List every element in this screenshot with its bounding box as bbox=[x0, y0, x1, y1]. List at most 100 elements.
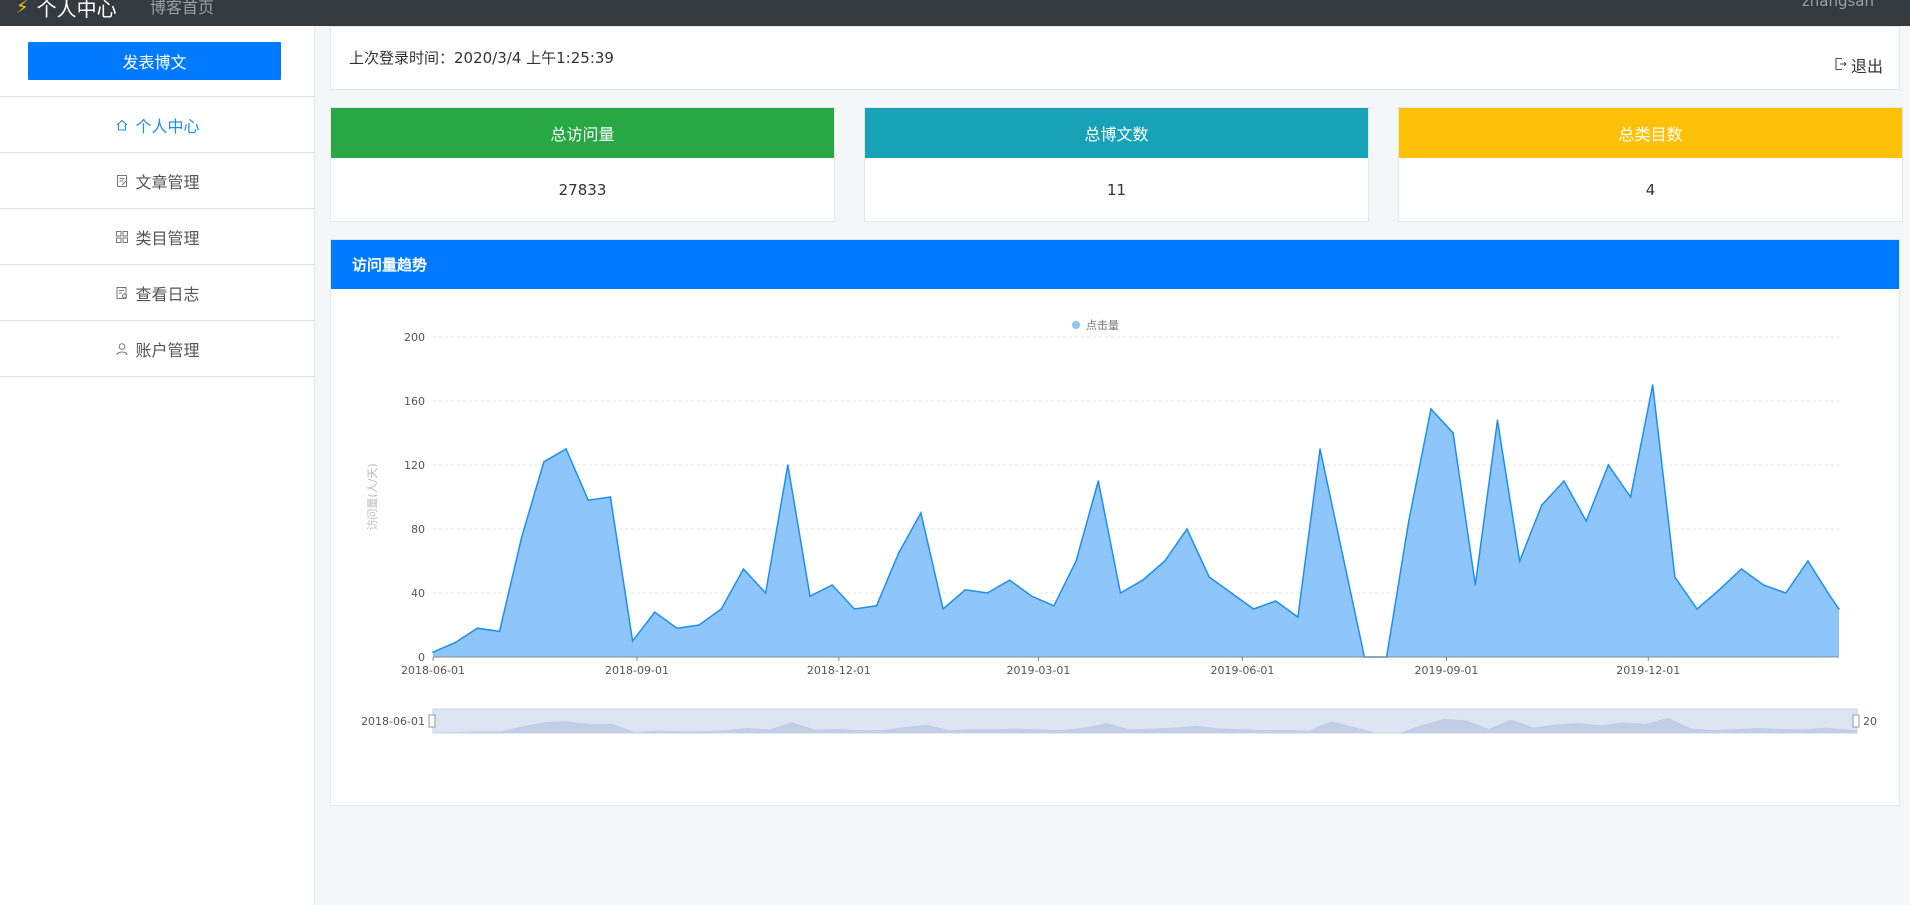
stat-card-value: 27833 bbox=[558, 181, 607, 199]
data-point bbox=[1053, 605, 1055, 607]
data-point bbox=[676, 627, 678, 629]
data-point bbox=[1762, 584, 1765, 586]
zoom-slider-handle-left[interactable] bbox=[428, 714, 436, 728]
data-point bbox=[1186, 528, 1188, 530]
data-point bbox=[432, 651, 434, 653]
sidebar-item-label: 个人中心 bbox=[135, 116, 200, 136]
sidebar-item-personal-center[interactable]: 个人中心 bbox=[0, 97, 315, 153]
data-point bbox=[897, 552, 900, 554]
data-point bbox=[875, 605, 878, 607]
data-point bbox=[1541, 504, 1543, 506]
x-tick-label: 2018-06-01 bbox=[401, 664, 465, 677]
data-point bbox=[831, 584, 833, 586]
data-point bbox=[1829, 595, 1831, 597]
data-point bbox=[1585, 520, 1587, 522]
data-point bbox=[1518, 560, 1521, 562]
grid-icon bbox=[115, 230, 129, 244]
zoom-slider-end-label: 20 bbox=[1863, 715, 1877, 728]
sidebar-item-label: 账户管理 bbox=[135, 340, 200, 360]
data-point bbox=[543, 461, 545, 463]
username[interactable]: zhangsan bbox=[1802, 0, 1874, 10]
data-point bbox=[1807, 560, 1809, 562]
brand[interactable]: ⚡ 个人中心 bbox=[16, 0, 117, 22]
data-point bbox=[1696, 608, 1698, 610]
stat-card-total-visits: 总访问量 27833 bbox=[330, 107, 835, 222]
x-tick-label: 2019-06-01 bbox=[1210, 664, 1274, 677]
y-tick-label: 40 bbox=[411, 587, 425, 600]
data-point bbox=[454, 641, 456, 644]
document-edit-icon bbox=[115, 174, 129, 188]
data-point bbox=[1319, 448, 1321, 450]
zoom-slider-handle-right[interactable] bbox=[1852, 714, 1860, 728]
data-point bbox=[1452, 432, 1454, 434]
data-point bbox=[986, 592, 989, 594]
data-point bbox=[1607, 464, 1610, 466]
stat-card-header: 总类目数 bbox=[1399, 108, 1902, 158]
data-point bbox=[1008, 579, 1011, 581]
sidebar-item-category-manage[interactable]: 类目管理 bbox=[0, 209, 315, 265]
data-point bbox=[964, 589, 967, 591]
x-tick-label: 2019-12-01 bbox=[1616, 664, 1680, 677]
sidebar-item-article-manage[interactable]: 文章管理 bbox=[0, 153, 315, 209]
nav-link-blog-home[interactable]: 博客首页 bbox=[150, 0, 214, 18]
logout-label: 退出 bbox=[1850, 57, 1883, 76]
login-info-card: 上次登录时间：2020/3/4 上午1:25:39 退出 bbox=[330, 26, 1900, 90]
data-point bbox=[1164, 560, 1166, 562]
data-point bbox=[1230, 592, 1233, 594]
log-icon bbox=[115, 286, 129, 300]
data-point bbox=[764, 592, 767, 594]
data-point bbox=[631, 640, 634, 642]
visit-trend-card: 访问量趋势 0 40 80 120 160 200 2018-06-01 2018-09-01… bbox=[330, 239, 1900, 806]
data-point bbox=[787, 464, 789, 466]
data-point bbox=[1119, 592, 1122, 594]
data-point bbox=[1341, 552, 1344, 554]
legend-marker[interactable] bbox=[1072, 321, 1080, 329]
data-point bbox=[698, 624, 700, 626]
data-point bbox=[1784, 592, 1787, 594]
sidebar: 发表博文 个人中心 文章管理 类目管理 查看日志 账户管理 bbox=[0, 26, 315, 905]
stat-card-value: 4 bbox=[1645, 181, 1656, 199]
data-point bbox=[498, 630, 501, 633]
top-navbar: ⚡ 个人中心 博客首页 zhangsan bbox=[0, 0, 1910, 26]
data-point bbox=[1629, 496, 1632, 498]
data-point bbox=[1252, 608, 1255, 610]
sidebar-item-label: 查看日志 bbox=[135, 284, 200, 304]
data-point bbox=[1651, 384, 1654, 386]
data-point bbox=[520, 536, 523, 538]
publish-post-button[interactable]: 发表博文 bbox=[28, 42, 281, 80]
data-point bbox=[1430, 408, 1432, 410]
y-axis-label: 访问量(人/天) bbox=[366, 463, 379, 530]
home-icon bbox=[115, 118, 129, 132]
data-point bbox=[476, 627, 479, 629]
data-point bbox=[1030, 595, 1033, 597]
data-point bbox=[565, 448, 567, 450]
y-tick-label: 80 bbox=[411, 523, 425, 536]
chart-card-title: 访问量趋势 bbox=[331, 240, 1899, 289]
sidebar-menu: 个人中心 文章管理 类目管理 查看日志 账户管理 bbox=[0, 97, 315, 377]
y-tick-label: 0 bbox=[418, 651, 425, 664]
legend-label[interactable]: 点击量 bbox=[1086, 319, 1119, 332]
stat-card-total-posts: 总博文数 11 bbox=[864, 107, 1369, 222]
y-tick-label: 120 bbox=[404, 459, 425, 472]
sidebar-item-account-manage[interactable]: 账户管理 bbox=[0, 321, 315, 377]
bolt-icon: ⚡ bbox=[16, 0, 29, 18]
data-point bbox=[920, 512, 922, 514]
data-point bbox=[609, 496, 612, 498]
data-point bbox=[942, 608, 944, 610]
stat-card-total-categories: 总类目数 4 bbox=[1398, 107, 1903, 222]
stat-card-header: 总访问量 bbox=[331, 108, 834, 158]
data-point bbox=[1097, 480, 1100, 482]
user-icon bbox=[115, 342, 129, 356]
data-point bbox=[853, 608, 856, 610]
series-area bbox=[433, 385, 1839, 657]
stat-card-value: 11 bbox=[1106, 181, 1127, 199]
logout-icon bbox=[1834, 56, 1847, 75]
y-tick-label: 200 bbox=[404, 331, 425, 344]
sidebar-item-view-log[interactable]: 查看日志 bbox=[0, 265, 315, 321]
data-point bbox=[1141, 579, 1144, 581]
data-point bbox=[587, 499, 590, 501]
x-tick-label: 2019-03-01 bbox=[1006, 664, 1070, 677]
brand-title: 个人中心 bbox=[36, 0, 117, 21]
logout-button[interactable]: 退出 bbox=[1834, 53, 1883, 77]
data-point bbox=[1718, 589, 1721, 591]
